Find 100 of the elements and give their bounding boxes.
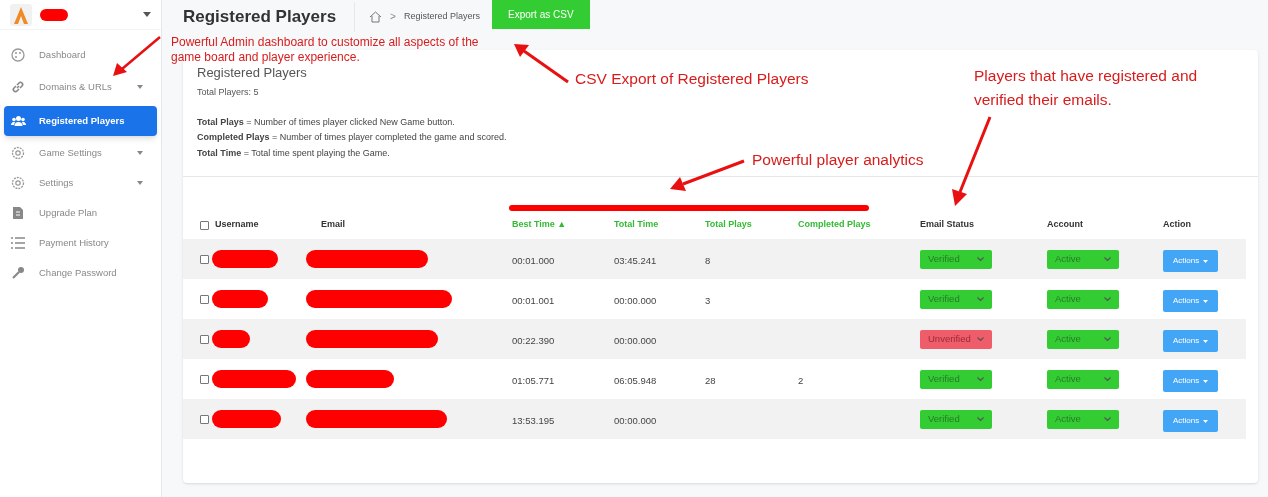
table-cell: 13:53.195 [512, 415, 555, 426]
annotation-text: CSV Export of Registered Players [575, 70, 809, 88]
table-cell: 01:05.771 [512, 375, 555, 386]
sidebar-item-label: Payment History [39, 235, 109, 250]
breadcrumb-link[interactable]: Registered Players [403, 9, 480, 24]
chevron-icon [1104, 337, 1111, 341]
table-cell: 8 [705, 255, 711, 266]
sidebar-item[interactable]: Domains & URLs [4, 72, 157, 102]
redaction-mark [212, 290, 268, 308]
sidebar-item-label: Dashboard [39, 47, 86, 62]
palette-icon [11, 48, 25, 62]
note-text: Total Time = Total time spent playing the Game. [197, 146, 390, 160]
table-cell: 06:05.948 [614, 375, 657, 386]
account-dropdown[interactable]: Active [1047, 249, 1119, 269]
sidebar-item[interactable]: Game Settings [4, 138, 157, 168]
settings-icon [11, 176, 25, 190]
sidebar-item-label: Registered Players [39, 113, 125, 128]
checkbox[interactable] [200, 414, 209, 424]
annotation-text: Powerful Admin dashboard to customize all aspects of the game board and player experience. [171, 35, 480, 65]
column-header[interactable]: Best Time ▲ [512, 218, 567, 232]
checkbox[interactable] [200, 294, 209, 304]
note-text: Completed Plays = Number of times player completed the game and scored. [197, 131, 507, 144]
column-header[interactable]: Total Plays [705, 218, 752, 232]
account-dropdown[interactable]: Active [1047, 329, 1119, 349]
link-icon [11, 80, 25, 94]
caret-icon [1203, 299, 1209, 303]
sidebar-item[interactable]: Payment History [4, 228, 157, 258]
list-icon [11, 237, 25, 249]
email-status-dropdown[interactable]: Verified [920, 369, 992, 389]
column-header[interactable]: Action [1163, 218, 1191, 232]
sidebar-item-label: Game Settings [39, 145, 102, 160]
column-header[interactable]: Account [1047, 218, 1083, 232]
checkbox[interactable] [200, 220, 209, 230]
chevron-icon [1104, 297, 1111, 301]
redaction-mark [212, 330, 250, 348]
actions-button[interactable]: Actions [1163, 370, 1219, 392]
column-header[interactable]: Username [215, 218, 259, 232]
sidebar-item[interactable]: Registered Players [4, 106, 157, 136]
chevron-icon [977, 337, 984, 341]
caret-icon [1203, 379, 1209, 383]
actions-button[interactable]: Actions [1163, 410, 1219, 432]
chevron-icon [1104, 377, 1111, 381]
sidebar-item-label: Domains & URLs [39, 79, 112, 94]
table-cell: 03:45.241 [614, 255, 657, 266]
users-icon [10, 115, 26, 127]
column-header[interactable]: Total Time [614, 218, 659, 232]
document-icon [12, 206, 24, 220]
chevron-icon [977, 377, 984, 381]
caret-icon [1203, 259, 1209, 263]
chevron-icon [1104, 257, 1111, 261]
home-icon[interactable] [369, 10, 383, 23]
actions-button[interactable]: Actions [1163, 290, 1219, 312]
redaction-mark [212, 410, 281, 428]
actions-button[interactable]: Actions [1163, 330, 1219, 352]
sidebar-item[interactable]: Dashboard [4, 40, 157, 70]
key-icon [11, 266, 25, 280]
sidebar-item[interactable]: Upgrade Plan [4, 198, 157, 228]
email-status-dropdown[interactable]: Verified [920, 289, 992, 309]
arrow-drawing [514, 44, 569, 84]
table-cell: 00:22.390 [512, 335, 555, 346]
table-cell: 3 [705, 295, 711, 306]
chevron-icon [977, 297, 984, 301]
column-header[interactable]: Email [321, 218, 345, 232]
column-header[interactable]: Email Status [920, 218, 975, 232]
table-cell: 00:00.000 [614, 335, 657, 346]
chevron-icon [977, 257, 984, 261]
account-dropdown[interactable]: Active [1047, 289, 1119, 309]
sidebar-item[interactable]: Change Password [4, 258, 157, 288]
breadcrumb-separator: > [390, 10, 396, 24]
sidebar-item-label: Change Password [39, 265, 117, 280]
account-dropdown[interactable]: Active [1047, 409, 1119, 429]
sidebar-item-label: Upgrade Plan [39, 205, 98, 220]
redaction-mark [40, 8, 68, 21]
total-players-text: Total Players: 5 [197, 86, 259, 99]
checkbox[interactable] [200, 254, 209, 264]
email-status-dropdown[interactable]: Verified [920, 409, 992, 429]
page-title: Registered Players [183, 1, 356, 32]
email-status-dropdown[interactable]: Verified [920, 249, 992, 269]
actions-button[interactable]: Actions [1163, 250, 1219, 272]
table-cell: 00:01.000 [512, 255, 555, 266]
table-cell: 00:00.000 [614, 415, 657, 426]
chevron-icon [1104, 417, 1111, 421]
chevron-icon [977, 417, 984, 421]
note-text: Total Plays = Number of times player clicked New Game button. [197, 115, 455, 129]
export-csv-button[interactable]: Export as CSV [492, 0, 590, 29]
annotation-text: Players that have registered and verified their emails. [974, 66, 1199, 110]
checkbox[interactable] [200, 334, 209, 344]
account-dropdown[interactable]: Active [1047, 369, 1119, 389]
table-cell: 28 [705, 375, 716, 386]
caret-icon [1203, 419, 1209, 423]
checkbox[interactable] [200, 374, 209, 384]
table-cell: 00:01.001 [512, 295, 555, 306]
sidebar-item-label: Settings [39, 175, 74, 190]
email-status-dropdown[interactable]: Unverified [920, 329, 992, 349]
logo-icon [10, 3, 32, 26]
caret-icon [143, 12, 151, 17]
sidebar-item[interactable]: Settings [4, 168, 157, 198]
column-header[interactable]: Completed Plays [798, 218, 871, 232]
table-cell: 00:00.000 [614, 295, 657, 306]
annotation-text: Powerful player analytics [752, 151, 924, 169]
